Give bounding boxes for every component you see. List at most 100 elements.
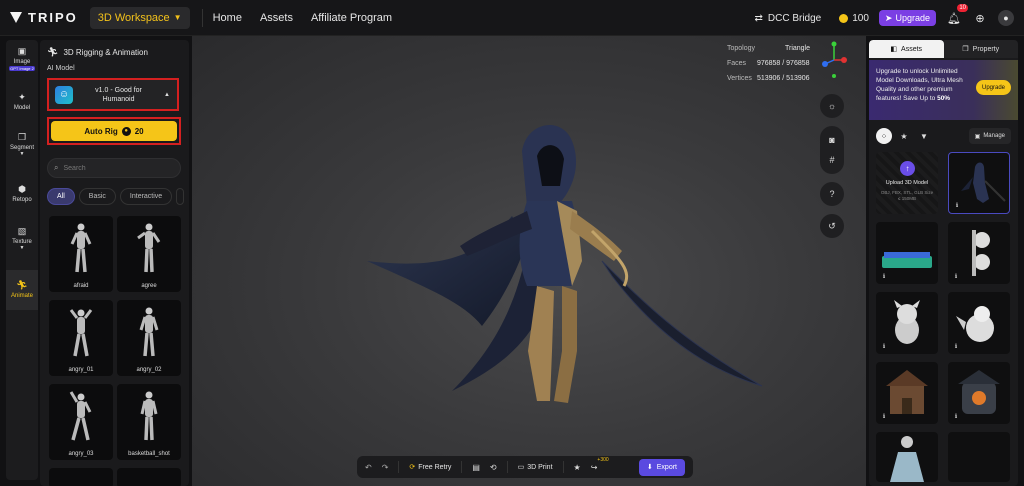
animation-card-agree[interactable]: agree bbox=[117, 216, 181, 292]
rail-item-image[interactable]: ▣ Image GPT Image 2 bbox=[6, 46, 38, 84]
grid-button[interactable]: # bbox=[820, 150, 844, 170]
model-name-line2: Humanoid bbox=[102, 95, 135, 103]
asset-card[interactable]: ℹ bbox=[948, 362, 1010, 424]
animation-name: angry_02 bbox=[136, 367, 162, 373]
lighting-button[interactable]: ☼ bbox=[820, 94, 844, 118]
asset-card[interactable]: ℹ bbox=[876, 292, 938, 354]
rail-item-retopo[interactable]: ⬢ Retopo bbox=[6, 184, 38, 214]
dcc-bridge-button[interactable]: ⇄ DCC Bridge bbox=[754, 13, 821, 24]
info-icon[interactable]: ℹ bbox=[880, 343, 888, 351]
pose-preview bbox=[140, 391, 158, 441]
humanoid-icon: ☺ bbox=[55, 85, 73, 104]
rail-item-segment[interactable]: ❒ Segment ▼ bbox=[6, 132, 38, 168]
animation-card-afraid[interactable]: afraid bbox=[49, 216, 113, 292]
rail-item-model[interactable]: ✦ Model bbox=[6, 92, 38, 122]
animation-card-angry-01[interactable]: angry_01 bbox=[49, 300, 113, 376]
filter-more[interactable] bbox=[176, 188, 185, 205]
filter-all[interactable]: All bbox=[47, 188, 75, 205]
tripo-logo-icon bbox=[10, 12, 22, 23]
credits-display[interactable]: 100 bbox=[839, 13, 869, 24]
nav-affiliate[interactable]: Affiliate Program bbox=[311, 12, 392, 24]
rail-label: Image bbox=[13, 59, 31, 65]
gift-icon[interactable]: ▤ bbox=[472, 463, 480, 472]
upload-3d-model-card[interactable]: ↑ Upload 3D Model OBJ, FBX, STL, GLB Siz… bbox=[876, 152, 938, 214]
screenshot-button[interactable]: ◙ bbox=[820, 130, 844, 150]
star-icon[interactable]: ★ bbox=[574, 463, 581, 472]
toolbar-divider bbox=[398, 461, 400, 473]
animation-card[interactable] bbox=[49, 468, 113, 486]
asset-card[interactable]: ℹ bbox=[948, 292, 1010, 354]
asset-card[interactable]: ℹ bbox=[948, 222, 1010, 284]
chevron-down-icon: ▼ bbox=[19, 245, 25, 251]
grid-icon: # bbox=[829, 155, 835, 165]
model-select[interactable]: ☺ v1.0 - Good for Humanoid ▲ bbox=[47, 78, 179, 111]
3d-print-button[interactable]: ▭ 3D Print bbox=[518, 463, 553, 472]
auto-rig-button[interactable]: Auto Rig ● 20 bbox=[51, 121, 177, 141]
animation-card-angry-02[interactable]: angry_02 bbox=[117, 300, 181, 376]
notifications-button[interactable]: 🔔︎ 10 bbox=[946, 4, 968, 26]
redo-icon[interactable]: ↷ bbox=[382, 463, 389, 472]
upgrade-label: Upgrade bbox=[895, 13, 930, 23]
nav-assets[interactable]: Assets bbox=[260, 12, 293, 24]
asset-card[interactable] bbox=[948, 432, 1010, 482]
grid-view-icon[interactable]: ⁘ bbox=[876, 128, 892, 144]
animation-name: afraid bbox=[73, 283, 89, 289]
search-input[interactable] bbox=[63, 164, 164, 172]
nav-home[interactable]: Home bbox=[213, 12, 242, 24]
animation-card-basketball-shot[interactable]: basketball_shot bbox=[117, 384, 181, 460]
axis-gizmo-icon[interactable] bbox=[820, 40, 848, 78]
right-tabs: ◧ Assets ❒ Property bbox=[869, 40, 1018, 58]
info-icon[interactable]: ℹ bbox=[953, 202, 961, 210]
history-button[interactable]: ↺ bbox=[820, 214, 844, 238]
animation-card-angry-03[interactable]: angry_03 bbox=[49, 384, 113, 460]
info-icon[interactable]: ℹ bbox=[952, 413, 960, 421]
vertices-label: Vertices bbox=[726, 75, 752, 82]
avatar[interactable]: ● bbox=[998, 10, 1014, 26]
workspace-dropdown[interactable]: 3D Workspace ▼ bbox=[89, 6, 190, 29]
free-retry-button[interactable]: ⟳ Free Retry bbox=[409, 463, 452, 472]
chevron-down-icon: ▼ bbox=[19, 151, 25, 157]
3d-viewport[interactable]: Topology Triangle Faces 976858 / 976858 … bbox=[192, 36, 866, 486]
upgrade-button[interactable]: ➤ Upgrade bbox=[878, 10, 936, 26]
asset-card[interactable]: ℹ bbox=[948, 152, 1010, 214]
info-icon[interactable]: ℹ bbox=[880, 273, 888, 281]
star-icon[interactable]: ★ bbox=[896, 128, 912, 144]
asset-card[interactable]: ℹ bbox=[876, 362, 938, 424]
share-icon[interactable]: ↪ +300 bbox=[591, 457, 609, 472]
info-icon[interactable]: ℹ bbox=[952, 343, 960, 351]
manage-button[interactable]: ▣ Manage bbox=[968, 128, 1011, 144]
view-tools-group: ◙ # bbox=[820, 126, 844, 174]
layers-icon: ◧ bbox=[890, 46, 898, 53]
animation-card[interactable] bbox=[117, 468, 181, 486]
language-button[interactable]: ⊕ bbox=[972, 10, 988, 26]
export-button[interactable]: ⬇ Export bbox=[638, 458, 685, 476]
free-retry-label: Free Retry bbox=[418, 463, 452, 471]
info-icon[interactable]: ℹ bbox=[952, 273, 960, 281]
promo-upgrade-button[interactable]: Upgrade bbox=[975, 80, 1011, 95]
logo[interactable]: TRIPO bbox=[10, 10, 78, 25]
filter-icon[interactable]: ▼ bbox=[916, 128, 932, 144]
vertices-row: Vertices 513906 / 513906 bbox=[727, 71, 810, 86]
upgrade-promo: Upgrade to unlock Unlimited Model Downlo… bbox=[869, 60, 1018, 120]
rigging-panel: 🏃︎ 3D Rigging & Animation AI Model ☺ v1.… bbox=[40, 40, 189, 486]
camera-icon: ◙ bbox=[829, 135, 835, 145]
swap-icon[interactable]: ⟲ bbox=[490, 463, 497, 472]
filter-basic[interactable]: Basic bbox=[78, 188, 116, 205]
rail-item-animate[interactable]: 🏃︎ Animate bbox=[6, 270, 38, 310]
help-button[interactable]: ? bbox=[820, 182, 844, 206]
nav-divider bbox=[201, 8, 203, 27]
workspace-label: 3D Workspace bbox=[97, 11, 170, 24]
tab-property[interactable]: ❒ Property bbox=[943, 40, 1018, 58]
asset-card[interactable] bbox=[876, 432, 938, 482]
undo-icon[interactable]: ↶ bbox=[365, 463, 372, 472]
filter-interactive[interactable]: Interactive bbox=[119, 188, 173, 205]
cube-icon: ❒ bbox=[17, 132, 27, 142]
animation-search: ⌕ bbox=[47, 158, 181, 178]
asset-card[interactable]: ℹ bbox=[876, 222, 938, 284]
topology-label: Topology bbox=[726, 45, 755, 52]
rail-item-texture[interactable]: ▧ Texture ▼ bbox=[6, 226, 38, 262]
tab-assets[interactable]: ◧ Assets bbox=[869, 40, 944, 58]
faces-label: Faces bbox=[726, 60, 747, 67]
info-icon[interactable]: ℹ bbox=[880, 413, 888, 421]
search-icon: ⌕ bbox=[54, 163, 59, 172]
